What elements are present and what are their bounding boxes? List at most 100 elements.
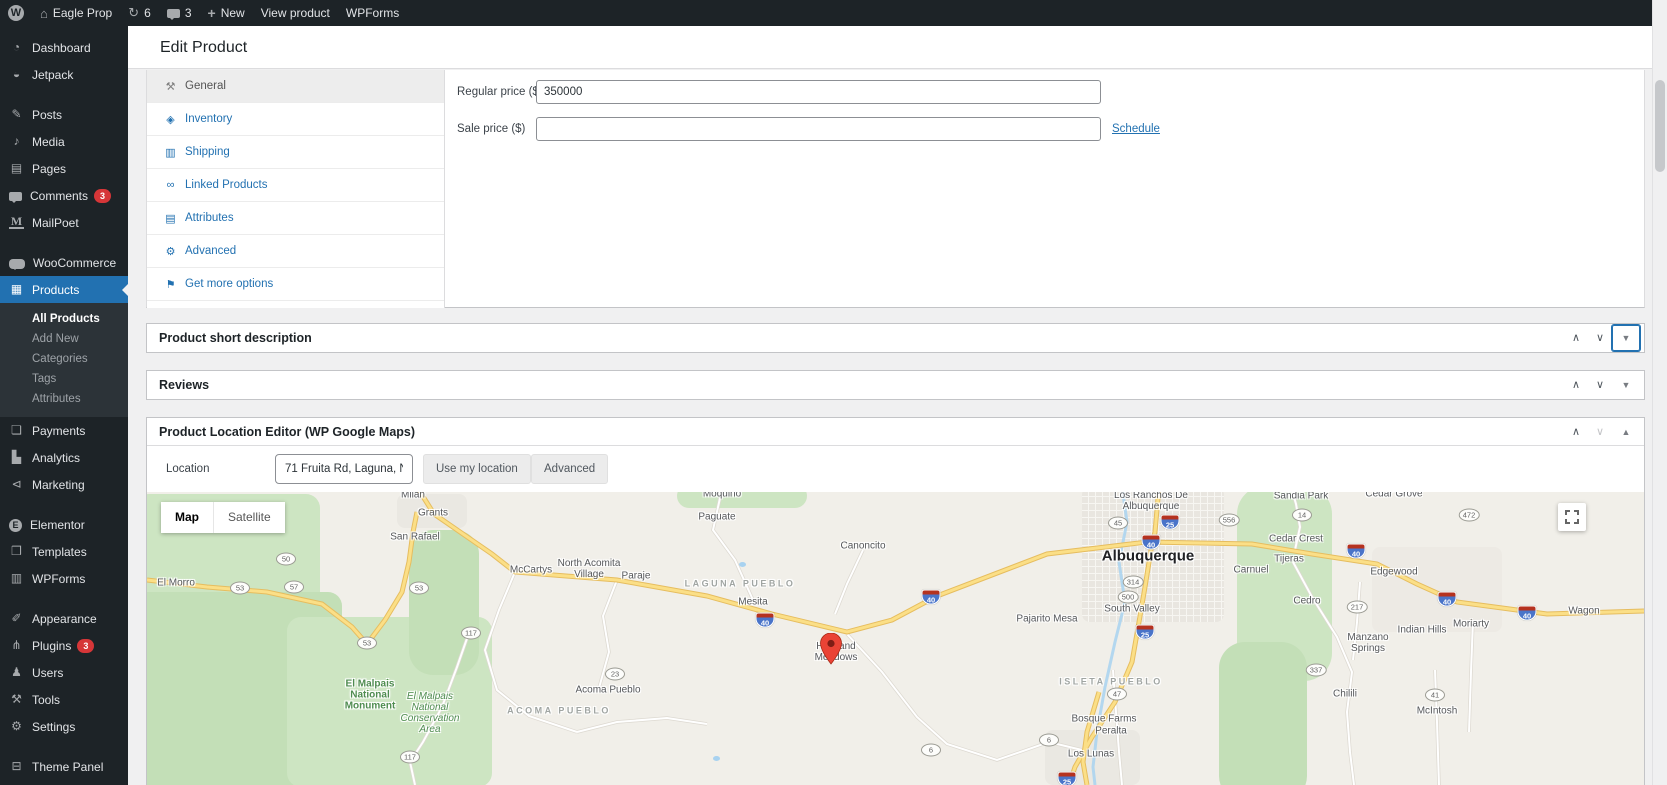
sidebar-item-theme-panel[interactable]: ⊟ Theme Panel	[0, 753, 128, 780]
products-submenu: All Products Add New Categories Tags Attribu…	[0, 303, 128, 417]
use-my-location-button[interactable]: Use my location	[423, 454, 531, 484]
route-shield: 25	[1057, 771, 1077, 785]
map-marker[interactable]	[820, 632, 842, 670]
sidebar-item-wpforms[interactable]: ▥ WPForms	[0, 565, 128, 592]
sidebar-item-pages[interactable]: ▤ Pages	[0, 155, 128, 182]
sidebar-item-users[interactable]: ♟ Users	[0, 659, 128, 686]
move-down-button[interactable]: ∨	[1588, 326, 1612, 350]
map-type-control: Map Satellite	[161, 502, 285, 533]
regular-price-label: Regular price ($)	[457, 86, 543, 98]
regular-price-input[interactable]	[536, 80, 1101, 104]
map-type-map-button[interactable]: Map	[161, 502, 213, 533]
updates-menu[interactable]: ↻ 6	[120, 0, 159, 26]
route-shield: 53	[230, 581, 250, 595]
posts-icon: ✎	[11, 107, 22, 121]
route-shield: 45	[1108, 516, 1128, 530]
fullscreen-icon	[1565, 510, 1579, 524]
admin-sidebar: ◔ Dashboard ◒ Jetpack ✎ Posts ♪ Media ▤ …	[0, 26, 128, 785]
location-editor-header[interactable]: Product Location Editor (WP Google Maps)…	[147, 418, 1644, 446]
move-up-button[interactable]: ∧	[1564, 326, 1588, 350]
count-badge: 3	[77, 638, 95, 653]
route-shield: 41	[1425, 688, 1445, 702]
route-shield: 472	[1458, 508, 1480, 522]
sidebar-item-jetpack[interactable]: ◒ Jetpack	[0, 61, 128, 88]
move-down-button[interactable]: ∨	[1588, 420, 1612, 444]
updates-icon: ↻	[128, 5, 140, 20]
tab-advanced[interactable]: ⚙ Advanced	[147, 235, 444, 268]
reviews-header[interactable]: Reviews ∧ ∨ ▼	[147, 371, 1644, 399]
sale-price-input[interactable]	[536, 117, 1101, 141]
theme-panel-icon: ⊟	[11, 759, 22, 773]
sidebar-item-templates[interactable]: ❒ Templates	[0, 538, 128, 565]
tab-shipping[interactable]: ▥ Shipping	[147, 136, 444, 169]
panel-title: Reviews	[159, 378, 210, 392]
sidebar-item-dashboard[interactable]: ◔ Dashboard	[0, 34, 128, 61]
tab-attributes[interactable]: ▤ Attributes	[147, 202, 444, 235]
route-shield: 53	[357, 636, 377, 650]
appearance-icon: ✐	[11, 611, 22, 625]
submenu-item-tags[interactable]: Tags	[0, 369, 128, 389]
toggle-panel-button[interactable]: ▼	[1612, 373, 1640, 397]
media-icon: ♪	[13, 134, 20, 148]
short-description-header[interactable]: Product short description ∧ ∨ ▼	[147, 324, 1644, 352]
sidebar-item-plugins[interactable]: ⋔ Plugins 3	[0, 632, 128, 659]
sidebar-item-marketing[interactable]: ⊲ Marketing	[0, 471, 128, 498]
comments-menu[interactable]: 3	[159, 0, 200, 26]
inventory-icon: ◈	[166, 113, 175, 126]
submenu-item-all-products[interactable]: All Products	[0, 309, 128, 329]
dashboard-icon: ◔	[12, 40, 21, 54]
toggle-panel-button[interactable]: ▲	[1612, 420, 1640, 444]
map-type-satellite-button[interactable]: Satellite	[214, 502, 285, 533]
tab-linked-products[interactable]: ∞ Linked Products	[147, 169, 444, 202]
sidebar-item-payments[interactable]: ❏ Payments	[0, 417, 128, 444]
page-scrollbar[interactable]	[1652, 0, 1667, 785]
sidebar-menu-bottom: ❏ Payments ▙ Analytics ⊲ Marketing E Ele…	[0, 417, 128, 780]
sidebar-item-analytics[interactable]: ▙ Analytics	[0, 444, 128, 471]
scrollbar-thumb[interactable]	[1655, 80, 1665, 172]
map-fullscreen-button[interactable]	[1558, 503, 1586, 531]
location-input[interactable]	[275, 454, 413, 484]
schedule-link[interactable]: Schedule	[1112, 123, 1160, 135]
route-shield: 6	[1039, 733, 1059, 747]
submenu-item-add-new[interactable]: Add New	[0, 329, 128, 349]
sidebar-item-products[interactable]: ▦ Products	[0, 276, 128, 303]
submenu-item-categories[interactable]: Categories	[0, 349, 128, 369]
google-map[interactable]: Milan Grants San Rafael El Morro McCartys Nor…	[147, 492, 1644, 785]
tab-get-more-options[interactable]: ⚑ Get more options	[147, 268, 444, 301]
view-product-label: View product	[260, 6, 330, 20]
sidebar-item-appearance[interactable]: ✐ Appearance	[0, 605, 128, 632]
toggle-panel-button[interactable]: ▼	[1612, 325, 1640, 351]
get-more-options-icon: ⚑	[165, 278, 176, 291]
wp-logo-menu[interactable]: W	[0, 0, 32, 26]
sidebar-item-mailpoet[interactable]: M MailPoet	[0, 209, 128, 236]
move-up-button[interactable]: ∧	[1564, 373, 1588, 397]
move-down-button[interactable]: ∨	[1588, 373, 1612, 397]
sidebar-item-elementor[interactable]: E Elementor	[0, 511, 128, 538]
home-icon: ⌂	[40, 5, 48, 21]
route-shield: 57	[284, 580, 304, 594]
sidebar-item-tools[interactable]: ⚒ Tools	[0, 686, 128, 713]
jetpack-icon: ◒	[12, 67, 21, 81]
product-pricing-fields: Regular price ($) Sale price ($) Schedul…	[446, 70, 1644, 307]
sidebar-item-woocommerce[interactable]: WooCommerce	[0, 249, 128, 276]
advanced-button[interactable]: Advanced	[531, 454, 609, 484]
sidebar-item-settings[interactable]: ⚙ Settings	[0, 713, 128, 740]
tab-inventory[interactable]: ◈ Inventory	[147, 103, 444, 136]
marketing-icon: ⊲	[11, 477, 22, 491]
tab-general[interactable]: ⚒ General	[147, 70, 444, 103]
sidebar-item-media[interactable]: ♪ Media	[0, 128, 128, 155]
wpforms-menu[interactable]: WPForms	[338, 0, 407, 26]
move-up-button[interactable]: ∧	[1564, 420, 1588, 444]
product-data-panel: ⚒ General ◈ Inventory ▥ Shipping ∞ Linke…	[146, 70, 1645, 308]
admin-bar: W ⌂ Eagle Prop ↻ 6 3 + New View product WPF…	[0, 0, 1652, 26]
route-shield: 314	[1122, 575, 1144, 589]
site-name-menu[interactable]: ⌂ Eagle Prop	[32, 0, 120, 26]
new-menu[interactable]: + New	[200, 0, 253, 26]
route-shield: 14	[1292, 508, 1312, 522]
shipping-icon: ▥	[165, 146, 176, 159]
view-product-menu[interactable]: View product	[253, 0, 338, 26]
submenu-item-attributes[interactable]: Attributes	[0, 389, 128, 409]
sidebar-item-posts[interactable]: ✎ Posts	[0, 101, 128, 128]
sidebar-item-comments[interactable]: Comments 3	[0, 182, 128, 209]
attributes-icon: ▤	[165, 212, 176, 225]
